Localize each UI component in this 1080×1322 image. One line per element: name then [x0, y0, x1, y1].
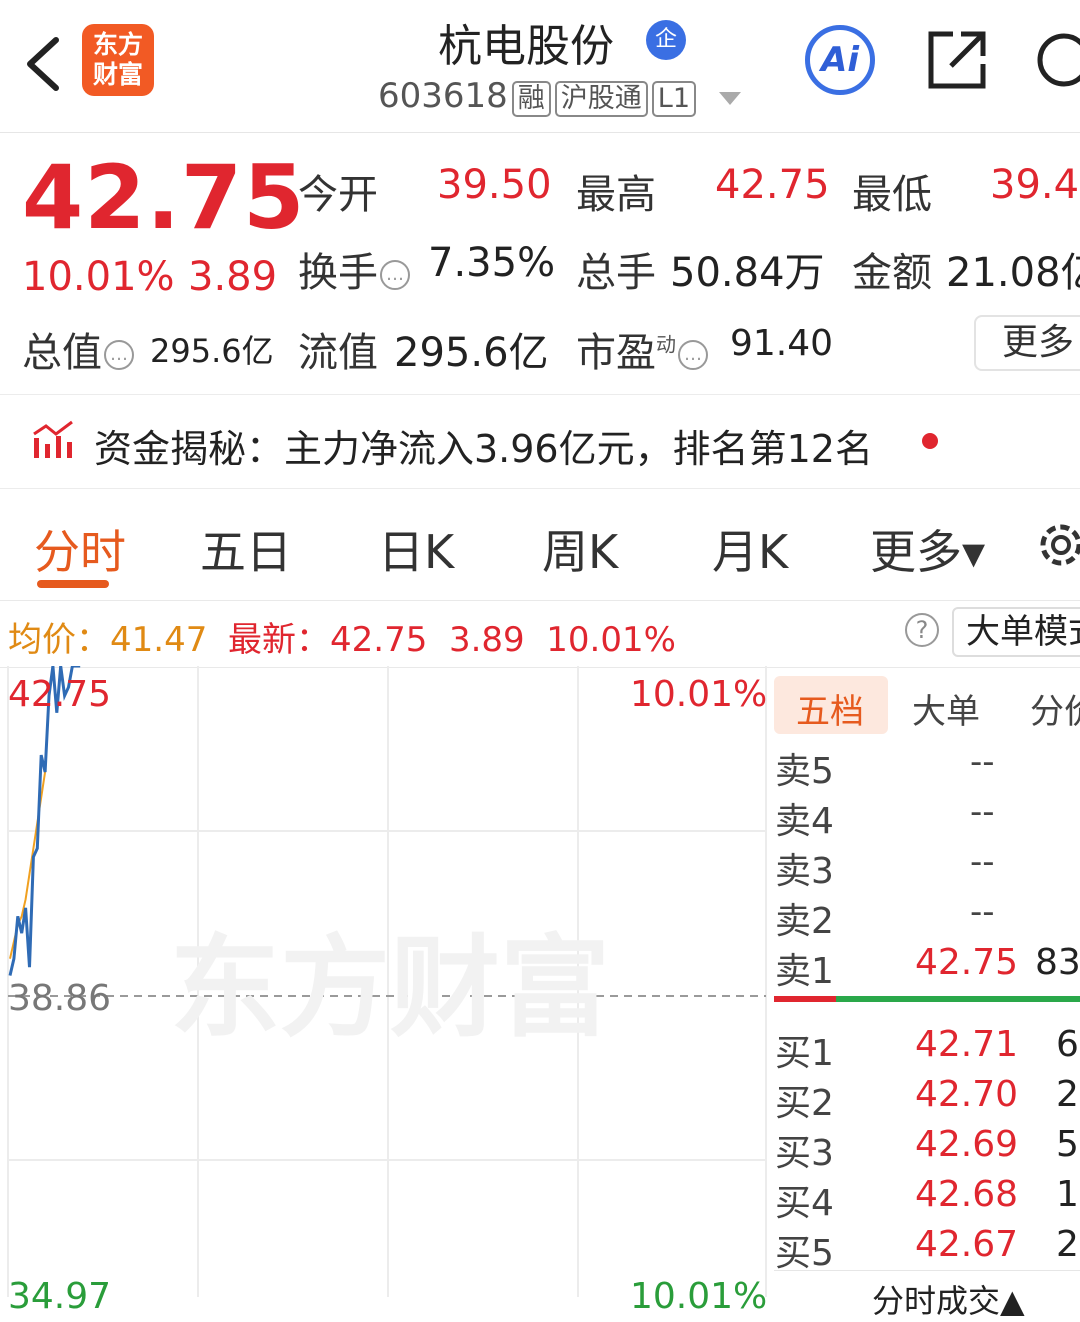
bid4-volume: 1: [1056, 1174, 1079, 1215]
high-label: 最高: [576, 172, 656, 218]
ask2-price: --: [970, 892, 995, 932]
bid1-label: 买1: [775, 1033, 834, 1074]
ai-button[interactable]: Ai: [805, 25, 875, 95]
divider: [0, 488, 1080, 489]
tab-weekly-k[interactable]: 周K: [542, 516, 618, 582]
bid5-price: 42.67: [915, 1224, 1019, 1265]
pct-top-label: 10.01%: [630, 674, 768, 715]
watermark: 东方财富: [170, 924, 610, 1052]
divider: [0, 394, 1080, 395]
ask3-label: 卖3: [775, 851, 834, 892]
stock-name: 杭电股份: [438, 21, 614, 72]
bid5-volume: 2: [1056, 1224, 1079, 1265]
tick-trades-toggle[interactable]: 分时成交▲: [872, 1276, 1025, 1322]
buy-ratio-bar: [836, 996, 1080, 1002]
open-label: 今开: [298, 172, 378, 218]
ask4-label: 卖4: [775, 801, 834, 842]
app-logo[interactable]: 东方 财富: [82, 24, 154, 96]
change-pct: 10.01%: [22, 254, 175, 300]
float-cap-value: 295.6亿: [394, 330, 549, 376]
tag-margin: 融: [511, 81, 551, 117]
info-icon[interactable]: …: [678, 340, 708, 370]
search-icon[interactable]: [1032, 30, 1080, 90]
red-dot-badge: [922, 433, 938, 449]
volume-label: 总手: [576, 250, 656, 296]
open-value: 39.50: [437, 162, 552, 208]
stock-code: 603618: [378, 76, 508, 116]
volume-value: 50.84万: [670, 250, 825, 296]
tab-monthly-k[interactable]: 月K: [712, 516, 788, 582]
logo-line1: 东方: [92, 30, 143, 59]
y-top-label: 42.75: [8, 674, 112, 715]
bid1-volume: 6: [1056, 1024, 1079, 1065]
info-icon[interactable]: …: [104, 340, 134, 370]
tab-more[interactable]: 更多▾: [870, 516, 985, 582]
bid2-price: 42.70: [915, 1074, 1019, 1115]
ask5-label: 卖5: [775, 751, 834, 792]
bid3-volume: 5: [1056, 1124, 1079, 1165]
change-amount: 3.89: [188, 254, 278, 300]
ask1-price: 42.75: [915, 942, 1019, 983]
dropdown-icon: [718, 92, 741, 105]
tab-active-indicator: [37, 580, 109, 588]
ask1-label: 卖1: [775, 951, 834, 992]
turnover-label: 换手…: [298, 240, 412, 298]
pe-label: 市盈动…: [576, 320, 710, 378]
bid4-price: 42.68: [915, 1174, 1019, 1215]
logo-line2: 财富: [92, 60, 143, 89]
gear-icon[interactable]: [1034, 518, 1080, 572]
help-icon[interactable]: ?: [905, 613, 939, 647]
tab-daily-k[interactable]: 日K: [378, 516, 454, 582]
total-cap-label: 总值…: [22, 320, 136, 378]
enterprise-badge: 企: [646, 20, 686, 60]
ask1-volume: 83: [1035, 942, 1080, 983]
pe-value: 91.40: [730, 323, 834, 364]
share-icon[interactable]: [925, 28, 989, 92]
turnover-value: 7.35%: [428, 240, 556, 286]
high-value: 42.75: [715, 162, 830, 208]
chart-bars-icon: [33, 420, 73, 458]
ask4-price: --: [970, 792, 995, 832]
amount-value: 21.08亿: [946, 250, 1080, 296]
latest-price: 最新：42.75 3.89 10.01%: [228, 620, 676, 660]
big-order-mode-button[interactable]: 大单模式: [952, 607, 1080, 657]
low-label: 最低: [852, 172, 932, 218]
tab-intraday[interactable]: 分时: [34, 516, 126, 582]
tab-five-day[interactable]: 五日: [200, 516, 292, 582]
float-cap-label: 流值: [298, 330, 378, 376]
capital-flow-link[interactable]: 资金揭秘：主力净流入3.96亿元，排名第12名: [94, 418, 873, 473]
bid3-price: 42.69: [915, 1124, 1019, 1165]
low-value: 39.4: [990, 162, 1080, 208]
tab-price-dist[interactable]: 分价: [1030, 684, 1080, 733]
info-icon[interactable]: …: [380, 260, 410, 290]
chevron-left-icon[interactable]: [22, 36, 62, 92]
top-header: 东方 财富 杭电股份 企 603618 融沪股通 L1 Ai: [0, 0, 1080, 133]
ai-label: Ai: [821, 40, 859, 80]
sell-ratio-bar: [774, 996, 836, 1002]
bid2-label: 买2: [775, 1083, 834, 1124]
bid3-label: 买3: [775, 1133, 834, 1174]
total-cap-value: 295.6亿: [150, 332, 274, 370]
stock-code-row[interactable]: 603618 融沪股通 L1: [378, 76, 743, 117]
ask5-price: --: [970, 742, 995, 782]
current-price: 42.75: [22, 146, 306, 249]
bid1-price: 42.71: [915, 1024, 1019, 1065]
ask2-label: 卖2: [775, 901, 834, 942]
bid4-label: 买4: [775, 1183, 834, 1224]
avg-price: 均价：41.47: [8, 620, 208, 660]
bid5-label: 买5: [775, 1233, 834, 1274]
tab-five-levels[interactable]: 五档: [796, 684, 864, 733]
intraday-chart[interactable]: 东方财富: [0, 666, 768, 1297]
ask3-price: --: [970, 842, 995, 882]
more-button[interactable]: 更多: [974, 315, 1080, 371]
divider: [774, 1270, 1080, 1271]
pe-superscript: 动: [656, 332, 676, 357]
tab-big-orders[interactable]: 大单: [912, 684, 980, 733]
y-mid-label: 38.86: [8, 978, 112, 1019]
amount-label: 金额: [852, 250, 932, 296]
tag-connect: 沪股通: [554, 81, 648, 117]
tag-level: L1: [651, 81, 697, 117]
bid2-volume: 2: [1056, 1074, 1079, 1115]
